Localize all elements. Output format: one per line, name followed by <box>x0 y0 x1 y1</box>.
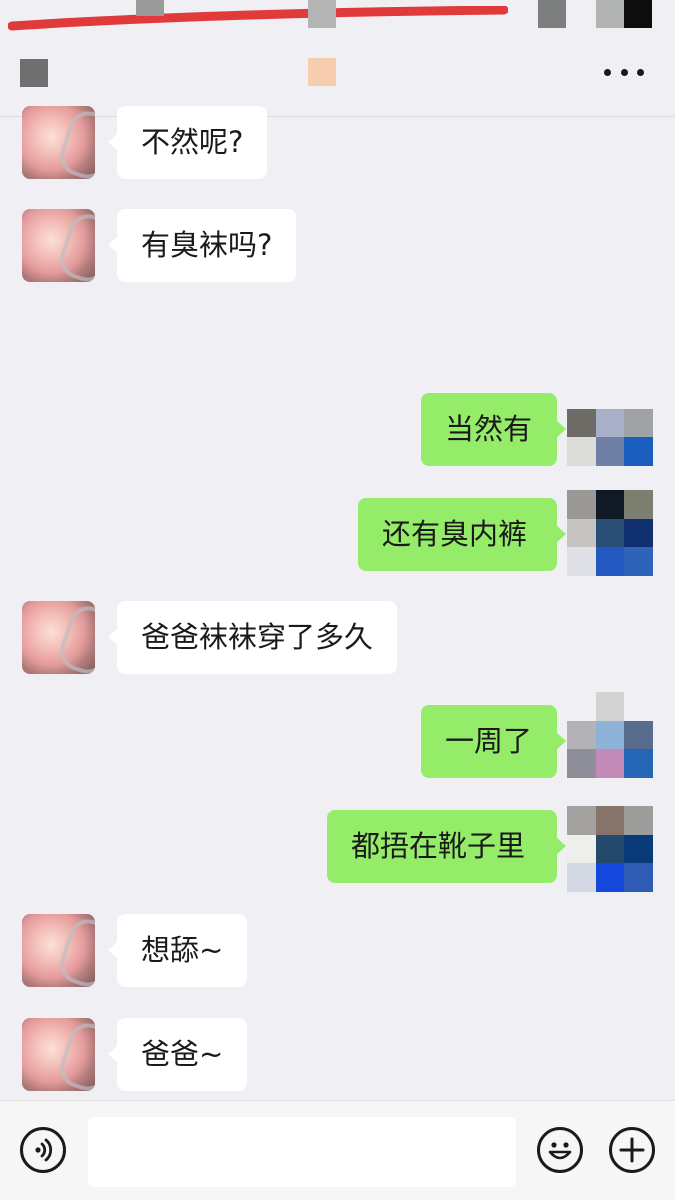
plus-icon[interactable] <box>609 1127 655 1173</box>
message-bubble[interactable]: 爸爸~ <box>107 1018 248 1091</box>
contact-avatar[interactable] <box>22 601 95 674</box>
message-bubble[interactable]: 不然呢? <box>107 106 268 179</box>
contact-avatar[interactable] <box>22 914 95 987</box>
chat-screen: 不然呢? 有臭袜吗? 当然有 还有臭内裤 爸爸袜袜穿了多久 一周了 都捂在靴子里… <box>0 0 675 1200</box>
contact-avatar[interactable] <box>22 106 95 179</box>
pixelated-block <box>538 0 566 28</box>
chat-header <box>0 40 675 117</box>
message-bubble[interactable]: 都捂在靴子里 <box>327 810 566 883</box>
back-button[interactable] <box>20 59 48 87</box>
message-bubble[interactable]: 爸爸袜袜穿了多久 <box>107 601 398 674</box>
message-bubble[interactable]: 当然有 <box>421 393 566 466</box>
redaction-stroke <box>8 6 508 31</box>
contact-avatar[interactable] <box>22 1018 95 1091</box>
more-dots-icon[interactable] <box>604 62 644 82</box>
chat-title-redacted <box>308 58 336 86</box>
voice-icon[interactable] <box>20 1127 66 1173</box>
pixelated-block <box>136 0 164 16</box>
contact-avatar[interactable] <box>22 209 95 282</box>
self-avatar[interactable] <box>567 806 653 892</box>
self-avatar[interactable] <box>567 692 653 778</box>
message-bubble[interactable]: 有臭袜吗? <box>107 209 297 282</box>
message-bubble[interactable]: 一周了 <box>421 705 566 778</box>
pixelated-block <box>308 0 336 28</box>
self-avatar[interactable] <box>567 380 653 466</box>
emoji-icon[interactable] <box>537 1127 583 1173</box>
message-input[interactable] <box>88 1117 516 1187</box>
status-bar <box>0 0 675 40</box>
self-avatar[interactable] <box>567 490 653 576</box>
input-bar <box>0 1100 675 1200</box>
pixelated-block <box>596 0 624 28</box>
pixelated-block <box>624 0 652 28</box>
message-bubble[interactable]: 想舔~ <box>107 914 248 987</box>
message-bubble[interactable]: 还有臭内裤 <box>358 498 566 571</box>
